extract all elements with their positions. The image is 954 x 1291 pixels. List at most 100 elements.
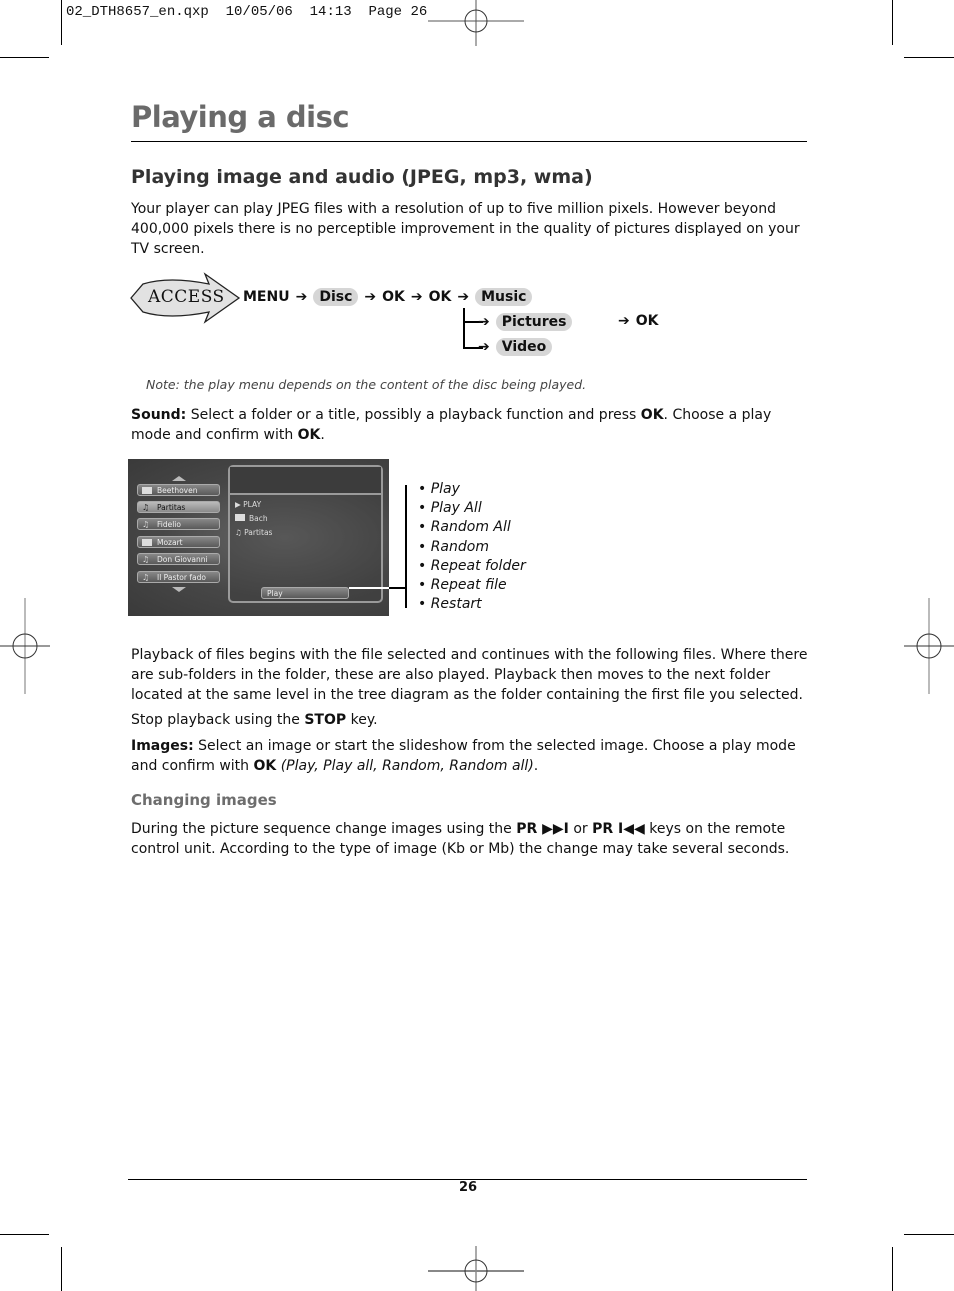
menu-key: MENU: [243, 289, 290, 305]
branch-line: [463, 308, 465, 349]
scroll-down-icon: [172, 587, 186, 592]
panel-folder: Bach: [235, 514, 268, 523]
sound-paragraph: Sound: Select a folder or a title, possi…: [131, 405, 811, 445]
stop-paragraph: Stop playback using the STOP key.: [131, 710, 811, 730]
music-option: Music: [475, 288, 533, 306]
crop-mark: [0, 1234, 49, 1235]
callout-bracket: [405, 485, 407, 608]
arrow-right-icon: ➔: [478, 339, 490, 355]
images-modes: (Play, Play all, Random, Random all): [276, 758, 534, 774]
tv-play-button: Play: [261, 587, 349, 599]
folder-label: Fidelio: [157, 520, 181, 529]
arrow-right-icon: ➔: [410, 289, 423, 305]
folder-item: ♫ Il Pastor fado: [137, 571, 220, 583]
music-note-icon: ♫: [142, 573, 150, 582]
images-paragraph: Images: Select an image or start the sli…: [131, 736, 811, 776]
folder-item: Beethoven: [137, 484, 220, 496]
folder-label: Partitas: [157, 503, 186, 512]
folder-label: Mozart: [157, 538, 183, 547]
scroll-up-icon: [172, 476, 186, 481]
sound-text: Select a folder or a title, possibly a p…: [186, 407, 641, 423]
play-mode-item: • Repeat folder: [418, 557, 526, 574]
intro-paragraph: Your player can play JPEG files with a r…: [131, 201, 800, 257]
play-mode-item: • Play All: [418, 500, 482, 517]
crop-mark: [904, 57, 954, 58]
registration-mark-icon: [428, 0, 524, 46]
tv-panel-header: [230, 467, 381, 495]
nav-path-row3: ➔ Video: [478, 338, 553, 356]
play-mode-item: • Play: [418, 481, 460, 497]
arrow-right-icon: ➔: [295, 289, 308, 305]
crop-mark: [892, 0, 893, 45]
play-header: ▶ PLAY: [235, 500, 262, 509]
disc-option: Disc: [313, 288, 359, 306]
changing-paragraph: During the picture sequence change image…: [131, 819, 811, 859]
tv-panel: ▶ PLAY Bach ♫ Partitas Play: [228, 465, 383, 603]
registration-mark-icon: [428, 1246, 524, 1291]
folder-label: Beethoven: [157, 486, 198, 495]
play-mode-item: • Restart: [418, 596, 482, 613]
images-text: .: [533, 758, 539, 774]
crop-mark: [0, 57, 49, 58]
pr-prev-key: PR I◀◀: [592, 821, 645, 837]
crop-mark: [904, 1234, 954, 1235]
folder-label: Il Pastor fado: [157, 573, 206, 582]
music-note-icon: ♫: [142, 503, 150, 512]
registration-mark-icon: [0, 598, 50, 694]
folder-item: ♫ Fidelio: [137, 518, 220, 530]
final-step: ➔ OK: [612, 313, 658, 329]
folder-label: Don Giovanni: [157, 555, 208, 564]
arrow-right-icon: ➔: [364, 289, 377, 305]
video-option: Video: [495, 338, 553, 356]
pictures-option: Pictures: [495, 313, 573, 331]
ok-key: OK: [382, 289, 405, 305]
images-label: Images:: [131, 738, 194, 754]
folder-icon: [142, 487, 152, 494]
music-note-icon: ♫: [142, 520, 150, 529]
folder-item: ♫ Don Giovanni: [137, 553, 220, 565]
panel-item-label: Bach: [249, 514, 268, 523]
folder-item: Mozart: [137, 536, 220, 548]
ok-key: OK: [428, 289, 452, 305]
access-label: ACCESS: [148, 287, 225, 307]
stop-text: Stop playback using the: [131, 712, 305, 728]
tv-screen-image: Beethoven ♫ Partitas ♫ Fidelio Mozart ♫ Don…: [128, 459, 389, 616]
play-mode-item: • Repeat file: [418, 577, 507, 594]
nav-path-row1: MENU ➔ Disc ➔ OK ➔ OK ➔ Music: [243, 288, 533, 306]
panel-item-label: Partitas: [244, 528, 273, 537]
stop-key: STOP: [304, 712, 347, 728]
playback-paragraph: Playback of files begins with the file s…: [131, 647, 808, 703]
ok-key: OK: [297, 427, 321, 443]
folder-icon: [235, 514, 245, 521]
arrow-right-icon: ➔: [618, 313, 630, 329]
play-mode-item: • Random: [418, 538, 489, 555]
music-note-icon: ♫: [235, 528, 245, 537]
panel-file: ♫ Partitas: [235, 528, 272, 537]
play-mode-item: • Random All: [418, 519, 511, 536]
sound-label: Sound:: [131, 407, 187, 423]
page-number: 26: [459, 1180, 478, 1195]
arrow-right-icon: ➔: [478, 314, 490, 330]
changing-text: or: [568, 821, 593, 837]
callout-line: [389, 587, 406, 589]
sound-text: .: [320, 427, 325, 443]
crop-mark: [61, 0, 62, 45]
play-modes-list: • Play • Play All • Random All • Random …: [418, 480, 526, 614]
folder-icon: [142, 539, 152, 546]
folder-item-selected: ♫ Partitas: [137, 501, 220, 513]
arrow-right-icon: ➔: [457, 289, 470, 305]
note: Note: the play menu depends on the conte…: [146, 377, 587, 392]
music-note-icon: ♫: [142, 555, 150, 564]
crop-mark: [892, 1247, 893, 1291]
ok-key: OK: [640, 407, 664, 423]
nav-path-row2: ➔ Pictures: [478, 313, 573, 331]
crop-mark: [61, 1247, 62, 1291]
title-rule: [131, 141, 807, 142]
registration-mark-icon: [904, 598, 954, 694]
page-title: Playing a disc: [131, 100, 350, 134]
changing-text: During the picture sequence change image…: [131, 821, 517, 837]
ok-key: OK: [635, 313, 659, 329]
pr-next-key: PR ▶▶I: [516, 821, 569, 837]
print-slug: 02_DTH8657_en.qxp 10/05/06 14:13 Page 26: [66, 4, 428, 20]
ok-key: OK: [253, 758, 277, 774]
